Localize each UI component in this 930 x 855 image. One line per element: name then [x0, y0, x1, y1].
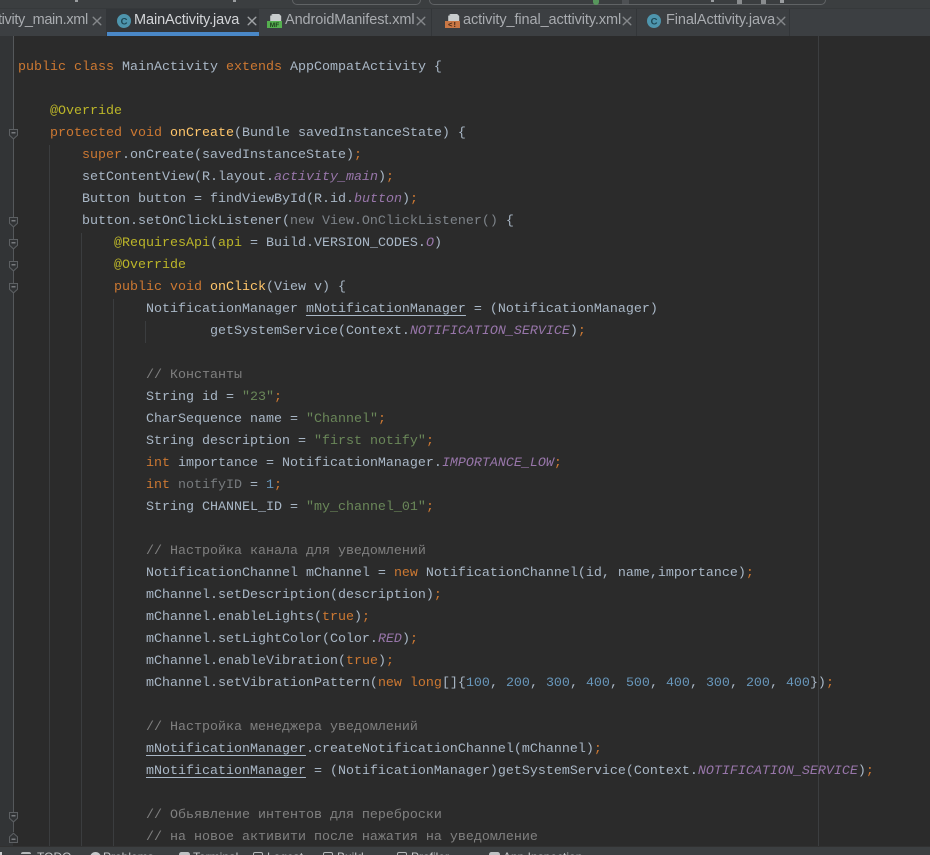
svg-text:C: C	[120, 17, 127, 28]
svg-text:MF: MF	[270, 22, 279, 29]
svg-text:<!: <!	[448, 22, 457, 30]
svg-text:C: C	[651, 17, 658, 28]
